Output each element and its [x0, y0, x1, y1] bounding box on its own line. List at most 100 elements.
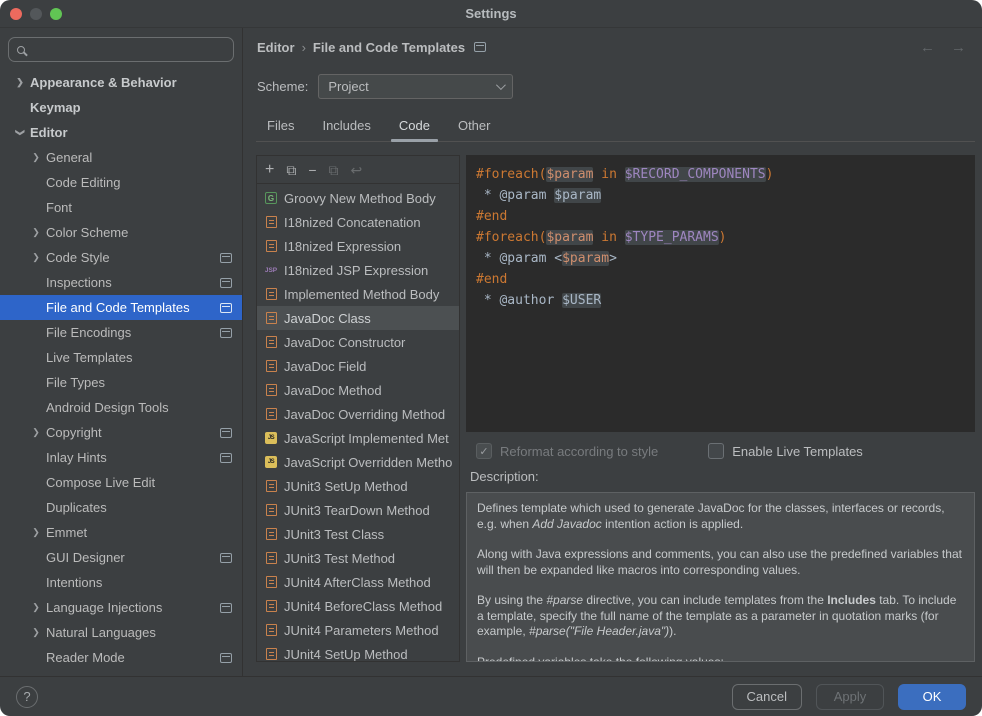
zoom-button[interactable] — [50, 8, 62, 20]
sidebar-item-android-design-tools[interactable]: Android Design Tools — [0, 395, 242, 420]
template-tabs: Files Includes Code Other — [256, 106, 975, 142]
sidebar-item-color-scheme[interactable]: ❯Color Scheme — [0, 220, 242, 245]
list-item-junit3-setup-method[interactable]: JUnit3 SetUp Method — [257, 474, 459, 498]
list-item-label: JUnit4 Parameters Method — [284, 623, 439, 638]
list-item-label: Groovy New Method Body — [284, 191, 436, 206]
list-item-javascript-overridden-metho[interactable]: JSJavaScript Overridden Metho — [257, 450, 459, 474]
sidebar-item-code-editing[interactable]: Code Editing — [0, 170, 242, 195]
minimize-button[interactable] — [30, 8, 42, 20]
chevron-right-icon[interactable]: ❯ — [28, 627, 44, 638]
close-button[interactable] — [10, 8, 22, 20]
code-line: #end — [476, 269, 965, 290]
list-item-i18nized-concatenation[interactable]: I18nized Concatenation — [257, 210, 459, 234]
breadcrumb-editor[interactable]: Editor — [257, 40, 295, 55]
template-icon — [263, 312, 279, 324]
sidebar-item-label: Intentions — [46, 575, 102, 590]
list-item-label: JUnit4 BeforeClass Method — [284, 599, 442, 614]
list-item-javadoc-overriding-method[interactable]: JavaDoc Overriding Method — [257, 402, 459, 426]
sidebar-item-general[interactable]: ❯General — [0, 145, 242, 170]
screen-badge-icon — [220, 553, 232, 563]
list-item-junit4-setup-method[interactable]: JUnit4 SetUp Method — [257, 642, 459, 661]
sidebar-item-label: GUI Designer — [46, 550, 125, 565]
sidebar-item-intentions[interactable]: Intentions — [0, 570, 242, 595]
chevron-down-icon[interactable]: ❯ — [15, 125, 26, 141]
chevron-right-icon[interactable]: ❯ — [28, 152, 44, 163]
list-item-junit3-teardown-method[interactable]: JUnit3 TearDown Method — [257, 498, 459, 522]
sidebar-item-natural-languages[interactable]: ❯Natural Languages — [0, 620, 242, 645]
sidebar-item-gui-designer[interactable]: GUI Designer — [0, 545, 242, 570]
back-arrow-icon[interactable]: ← — [920, 39, 935, 56]
ok-button[interactable]: OK — [898, 684, 966, 710]
sidebar-item-duplicates[interactable]: Duplicates — [0, 495, 242, 520]
screen-badge-icon — [220, 453, 232, 463]
screen-badge-icon — [220, 653, 232, 663]
sidebar-item-label: Appearance & Behavior — [30, 75, 177, 90]
sidebar-item-inspections[interactable]: Inspections — [0, 270, 242, 295]
chevron-right-icon[interactable]: ❯ — [12, 77, 28, 88]
sidebar-item-compose-live-edit[interactable]: Compose Live Edit — [0, 470, 242, 495]
remove-icon[interactable]: − — [308, 163, 316, 177]
sidebar-item-font[interactable]: Font — [0, 195, 242, 220]
copy-icon[interactable]: ⧉ — [286, 163, 296, 177]
sidebar-item-label: Inspections — [46, 275, 112, 290]
sidebar-item-appearance-behavior[interactable]: ❯Appearance & Behavior — [0, 70, 242, 95]
tab-includes[interactable]: Includes — [312, 111, 380, 141]
list-item-label: JavaDoc Class — [284, 311, 371, 326]
chevron-right-icon[interactable]: ❯ — [28, 427, 44, 438]
sidebar-item-emmet[interactable]: ❯Emmet — [0, 520, 242, 545]
code-editor[interactable]: #foreach($param in $RECORD_COMPONENTS) *… — [466, 155, 975, 432]
forward-arrow-icon[interactable]: → — [951, 39, 966, 56]
search-input[interactable] — [31, 43, 225, 57]
list-item-junit4-parameters-method[interactable]: JUnit4 Parameters Method — [257, 618, 459, 642]
template-list-panel: +⧉−⧉↩ GGroovy New Method BodyI18nized Co… — [256, 155, 460, 662]
list-item-groovy-new-method-body[interactable]: GGroovy New Method Body — [257, 186, 459, 210]
sidebar-item-editor[interactable]: ❯Editor — [0, 120, 242, 145]
apply-button[interactable]: Apply — [816, 684, 884, 710]
sidebar-item-language-injections[interactable]: ❯Language Injections — [0, 595, 242, 620]
js-icon: JS — [263, 432, 279, 444]
list-item-javadoc-class[interactable]: JavaDoc Class — [257, 306, 459, 330]
live-templates-checkbox[interactable] — [708, 443, 724, 459]
cancel-button[interactable]: Cancel — [732, 684, 802, 710]
list-item-junit3-test-method[interactable]: JUnit3 Test Method — [257, 546, 459, 570]
list-item-i18nized-jsp-expression[interactable]: JSPI18nized JSP Expression — [257, 258, 459, 282]
chevron-right-icon[interactable]: ❯ — [28, 527, 44, 538]
list-item-junit4-beforeclass-method[interactable]: JUnit4 BeforeClass Method — [257, 594, 459, 618]
tab-other[interactable]: Other — [448, 111, 501, 141]
sidebar-item-file-encodings[interactable]: File Encodings — [0, 320, 242, 345]
list-item-junit4-afterclass-method[interactable]: JUnit4 AfterClass Method — [257, 570, 459, 594]
description-box[interactable]: Defines template which used to generate … — [466, 492, 975, 662]
sidebar-item-reader-mode[interactable]: Reader Mode — [0, 645, 242, 670]
reformat-label: Reformat according to style — [500, 444, 658, 459]
history-arrows: ← → — [920, 39, 966, 56]
list-item-junit3-test-class[interactable]: JUnit3 Test Class — [257, 522, 459, 546]
sidebar-item-live-templates[interactable]: Live Templates — [0, 345, 242, 370]
list-item-label: I18nized JSP Expression — [284, 263, 428, 278]
sidebar-item-file-and-code-templates[interactable]: File and Code Templates — [0, 295, 242, 320]
tab-code[interactable]: Code — [389, 111, 440, 141]
sidebar-item-inlay-hints[interactable]: Inlay Hints — [0, 445, 242, 470]
titlebar: Settings — [0, 0, 982, 28]
scheme-select[interactable]: Project — [318, 74, 513, 99]
search-field[interactable] — [8, 37, 234, 62]
list-item-javadoc-field[interactable]: JavaDoc Field — [257, 354, 459, 378]
sidebar-item-code-style[interactable]: ❯Code Style — [0, 245, 242, 270]
list-item-i18nized-expression[interactable]: I18nized Expression — [257, 234, 459, 258]
list-item-javascript-implemented-met[interactable]: JSJavaScript Implemented Met — [257, 426, 459, 450]
list-item-implemented-method-body[interactable]: Implemented Method Body — [257, 282, 459, 306]
template-icon — [263, 600, 279, 612]
tab-files[interactable]: Files — [257, 111, 304, 141]
sidebar-item-copyright[interactable]: ❯Copyright — [0, 420, 242, 445]
list-item-javadoc-method[interactable]: JavaDoc Method — [257, 378, 459, 402]
live-templates-option: Enable Live Templates — [708, 443, 863, 459]
sidebar-item-keymap[interactable]: Keymap — [0, 95, 242, 120]
help-button[interactable]: ? — [16, 686, 38, 708]
list-item-javadoc-constructor[interactable]: JavaDoc Constructor — [257, 330, 459, 354]
add-icon[interactable]: + — [265, 162, 274, 178]
reformat-checkbox[interactable]: ✓ — [476, 443, 492, 459]
chevron-right-icon[interactable]: ❯ — [28, 227, 44, 238]
sidebar-item-file-types[interactable]: File Types — [0, 370, 242, 395]
sidebar-item-label: General — [46, 150, 92, 165]
chevron-right-icon[interactable]: ❯ — [28, 602, 44, 613]
chevron-right-icon[interactable]: ❯ — [28, 252, 44, 263]
